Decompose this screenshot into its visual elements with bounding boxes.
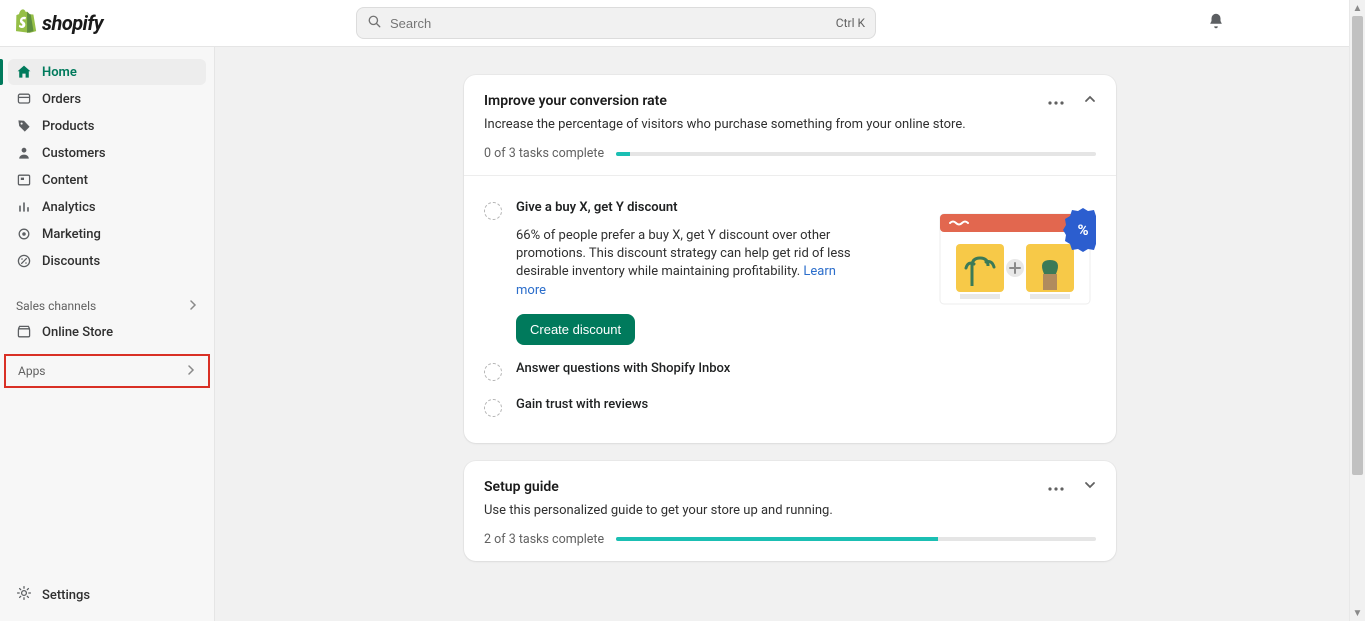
chevron-right-icon — [188, 299, 198, 313]
progress-fill — [616, 537, 938, 541]
progress-label: 2 of 3 tasks complete — [484, 532, 604, 547]
target-icon — [16, 226, 32, 242]
task-title: Answer questions with Shopify Inbox — [516, 361, 1096, 376]
progress-bar — [616, 152, 1096, 156]
notifications-button[interactable] — [1207, 12, 1225, 34]
sidebar-item-settings[interactable]: Settings — [8, 579, 206, 611]
progress-fill — [616, 152, 630, 156]
search-shortcut: Ctrl K — [836, 16, 865, 30]
sidebar-item-label: Customers — [42, 146, 106, 161]
task-description: 66% of people prefer a buy X, get Y disc… — [516, 227, 861, 300]
sidebar-item-label: Marketing — [42, 227, 101, 242]
task-illustration: % — [936, 200, 1096, 345]
vertical-scrollbar[interactable]: ▲ ▼ — [1349, 0, 1365, 621]
scroll-up-arrow-icon[interactable]: ▲ — [1350, 0, 1365, 16]
card-subtitle: Use this personalized guide to get your … — [484, 503, 1096, 518]
sidebar-item-label: Discounts — [42, 254, 100, 269]
sidebar-item-marketing[interactable]: Marketing — [8, 221, 206, 247]
sidebar-item-content[interactable]: Content — [8, 167, 206, 193]
card-menu-button[interactable] — [1044, 475, 1068, 499]
sales-channels-header[interactable]: Sales channels — [8, 295, 206, 317]
person-icon — [16, 145, 32, 161]
main-content: Improve your conversion rate Increase th… — [215, 47, 1365, 621]
content-icon — [16, 172, 32, 188]
sidebar-item-customers[interactable]: Customers — [8, 140, 206, 166]
chevron-up-icon — [1084, 93, 1096, 109]
chevron-right-icon — [186, 364, 196, 378]
apps-header[interactable]: Apps — [6, 360, 208, 382]
sidebar-item-discounts[interactable]: Discounts — [8, 248, 206, 274]
dots-icon — [1048, 93, 1064, 109]
card-expand-button[interactable] — [1078, 475, 1102, 499]
card-title: Improve your conversion rate — [484, 93, 1096, 109]
scrollbar-thumb[interactable] — [1352, 16, 1363, 475]
topbar: shopify Ctrl K — [0, 0, 1365, 46]
dots-icon — [1048, 479, 1064, 495]
section-label: Apps — [18, 364, 46, 378]
sidebar-item-home[interactable]: Home — [8, 59, 206, 85]
store-icon — [16, 324, 32, 340]
task-shopify-inbox[interactable]: Answer questions with Shopify Inbox — [484, 353, 1096, 389]
analytics-icon — [16, 199, 32, 215]
create-discount-button[interactable]: Create discount — [516, 314, 635, 345]
sidebar-item-label: Products — [42, 119, 94, 134]
nav-sales-channels: Sales channels Online Store — [0, 295, 214, 346]
scroll-down-arrow-icon[interactable]: ▼ — [1350, 605, 1365, 621]
setup-guide-card: Setup guide Use this personalized guide … — [464, 461, 1116, 561]
card-collapse-button[interactable] — [1078, 89, 1102, 113]
progress-label: 0 of 3 tasks complete — [484, 146, 604, 161]
progress-row: 2 of 3 tasks complete — [484, 532, 1096, 547]
shopify-bag-icon — [16, 9, 38, 37]
orders-icon — [16, 91, 32, 107]
sidebar-item-analytics[interactable]: Analytics — [8, 194, 206, 220]
sidebar-item-label: Content — [42, 173, 88, 188]
section-label: Sales channels — [16, 299, 96, 313]
task-reviews[interactable]: Gain trust with reviews — [484, 389, 1096, 425]
sidebar-item-label: Online Store — [42, 325, 113, 340]
chevron-down-icon — [1084, 479, 1096, 495]
logo-text: shopify — [42, 11, 103, 35]
sidebar-item-label: Settings — [42, 588, 90, 603]
nav-primary: Home Orders Products Customers Content — [0, 59, 214, 275]
task-bullet-icon — [484, 363, 502, 381]
search-input[interactable] — [382, 16, 836, 31]
sidebar-item-orders[interactable]: Orders — [8, 86, 206, 112]
bell-icon — [1207, 18, 1225, 34]
task-desc-text: 66% of people prefer a buy X, get Y disc… — [516, 228, 851, 279]
task-buy-x-get-y[interactable]: Give a buy X, get Y discount 66% of peop… — [484, 192, 1096, 353]
conversion-card: Improve your conversion rate Increase th… — [464, 75, 1116, 443]
task-title: Gain trust with reviews — [516, 397, 1096, 412]
logo[interactable]: shopify — [16, 9, 103, 37]
search-icon — [367, 14, 382, 33]
sidebar-item-label: Home — [42, 65, 77, 80]
card-title: Setup guide — [484, 479, 1096, 495]
discount-icon — [16, 253, 32, 269]
progress-bar — [616, 537, 1096, 541]
card-subtitle: Increase the percentage of visitors who … — [484, 117, 1096, 132]
task-bullet-icon — [484, 202, 502, 220]
sidebar-item-online-store[interactable]: Online Store — [8, 319, 206, 345]
card-menu-button[interactable] — [1044, 89, 1068, 113]
sidebar-item-label: Analytics — [42, 200, 96, 215]
task-title: Give a buy X, get Y discount — [516, 200, 922, 215]
sidebar-item-products[interactable]: Products — [8, 113, 206, 139]
progress-row: 0 of 3 tasks complete — [484, 146, 1096, 161]
apps-highlight-box: Apps — [4, 354, 210, 388]
task-bullet-icon — [484, 399, 502, 417]
tag-icon — [16, 118, 32, 134]
svg-text:%: % — [1077, 221, 1088, 239]
sidebar-item-label: Orders — [42, 92, 81, 107]
home-icon — [16, 64, 32, 80]
search-bar[interactable]: Ctrl K — [356, 7, 876, 39]
sidebar: Home Orders Products Customers Content — [0, 47, 215, 621]
gear-icon — [16, 585, 32, 605]
